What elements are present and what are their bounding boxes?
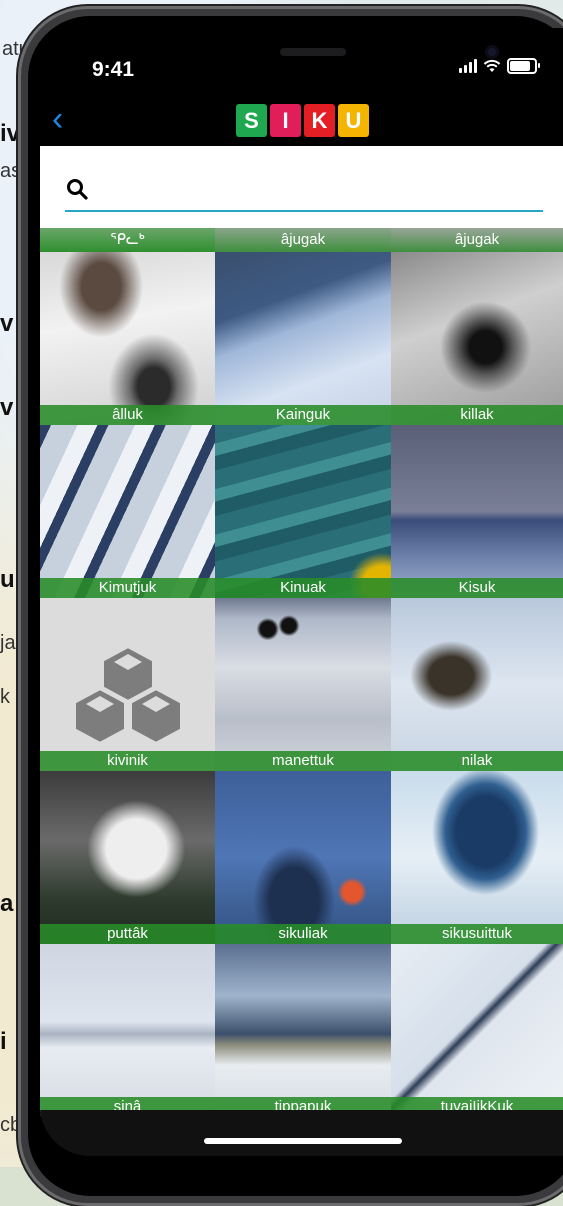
map-label: a (0, 890, 14, 917)
ice-cubes-icon (72, 643, 184, 747)
tile-image (215, 252, 391, 425)
logo-letter: U (338, 104, 369, 137)
tile-image (215, 944, 391, 1117)
bottom-bar (40, 1110, 563, 1156)
map-label: u (0, 566, 15, 593)
logo-letter: I (270, 104, 301, 137)
tile-image (40, 425, 215, 598)
tile-caption: Kainguk (215, 405, 391, 425)
tile-caption: sikuliak (215, 924, 391, 944)
map-label: ja (0, 632, 16, 654)
signal-icon (459, 59, 477, 73)
term-tile[interactable]: tuvaiIikKuk (391, 944, 563, 1117)
tile-image (40, 944, 215, 1117)
tile-image (391, 944, 563, 1117)
status-icons (459, 58, 540, 74)
search-input[interactable] (100, 176, 524, 202)
tile-image (40, 598, 215, 771)
term-tile[interactable]: âlluk (40, 252, 215, 425)
tile-caption: killak (391, 405, 563, 425)
ice-term-grid: âlluk Kainguk killak Kimutjuk Kinuak Kis… (40, 252, 563, 1117)
term-tile[interactable]: kivinik (40, 598, 215, 771)
grid-top-row: ᕿᓚᒃ âjugak âjugak (40, 228, 563, 252)
term-tile[interactable]: tippapuk (215, 944, 391, 1117)
tile-image (391, 771, 563, 944)
term-tile[interactable]: nilak (391, 598, 563, 771)
back-button[interactable]: ‹ (52, 102, 63, 136)
map-label: iv (0, 120, 21, 147)
tile-image (391, 425, 563, 598)
term-tile[interactable]: Kimutjuk (40, 425, 215, 598)
search-underline (65, 210, 543, 212)
tile-caption: âlluk (40, 405, 215, 425)
tile-caption: Kimutjuk (40, 578, 215, 598)
term-tile[interactable]: sikusuittuk (391, 771, 563, 944)
map-label: k (0, 686, 10, 708)
tile-caption: puttâk (40, 924, 215, 944)
home-indicator[interactable] (204, 1138, 402, 1144)
term-tile[interactable]: Kainguk (215, 252, 391, 425)
tile-caption: Kisuk (391, 578, 563, 598)
tile-caption[interactable]: âjugak (215, 228, 391, 252)
term-tile[interactable]: sinâ (40, 944, 215, 1117)
wifi-icon (483, 59, 501, 72)
tile-caption: Kinuak (215, 578, 391, 598)
tile-caption: sikusuittuk (391, 924, 563, 944)
battery-icon (507, 58, 540, 74)
tile-image (391, 252, 563, 425)
siku-logo: S I K U (236, 104, 369, 137)
app-screen: 9:41 ‹ S I K U ᕿᓚᒃ âjugak âjugak âlluk K… (40, 28, 563, 1156)
map-label: v (0, 310, 14, 337)
tile-caption: manettuk (215, 751, 391, 771)
status-time: 9:41 (92, 58, 135, 81)
tile-caption[interactable]: ᕿᓚᒃ (40, 228, 215, 252)
nav-bar: ‹ S I K U (40, 98, 563, 148)
tile-image (215, 771, 391, 944)
tile-caption: kivinik (40, 751, 215, 771)
term-tile[interactable]: sikuliak (215, 771, 391, 944)
tile-image (215, 598, 391, 771)
term-tile[interactable]: Kinuak (215, 425, 391, 598)
tile-image (215, 425, 391, 598)
tile-caption: nilak (391, 751, 563, 771)
speaker (280, 48, 346, 56)
notch (170, 28, 499, 84)
tile-image (40, 771, 215, 944)
term-tile[interactable]: killak (391, 252, 563, 425)
tile-caption[interactable]: âjugak (391, 228, 563, 252)
term-tile[interactable]: manettuk (215, 598, 391, 771)
map-label: i (0, 1028, 7, 1055)
search-icon (67, 179, 88, 200)
logo-letter: S (236, 104, 267, 137)
term-tile[interactable]: puttâk (40, 771, 215, 944)
front-camera (485, 45, 499, 59)
logo-letter: K (304, 104, 335, 137)
term-tile[interactable]: Kisuk (391, 425, 563, 598)
search-bar (40, 146, 563, 228)
tile-image (40, 252, 215, 425)
tile-image (391, 598, 563, 771)
map-label: v (0, 394, 14, 421)
